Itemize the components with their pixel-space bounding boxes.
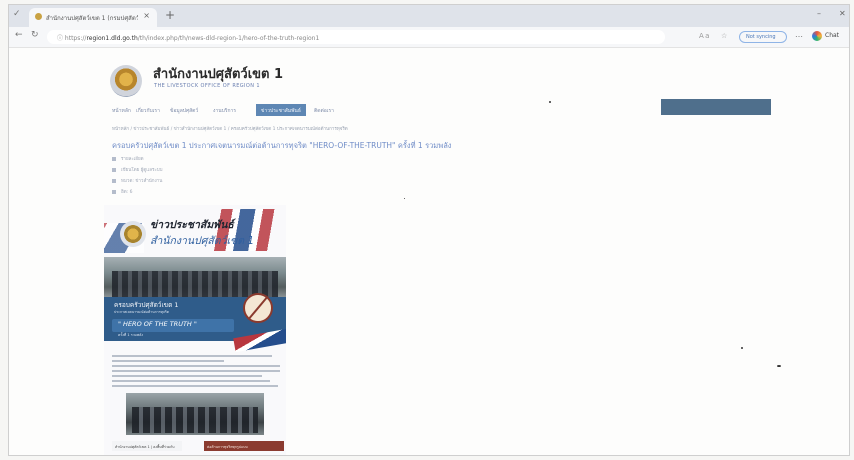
poster-subheading: สำนักงานปศุสัตว์เขต 1	[150, 235, 255, 247]
poster-footer-left: สำนักงานปศุสัตว์เขต 1 | ลงพื้นที่ร่วมกับ	[112, 441, 182, 451]
meta-hits: ฮิต: 6	[112, 188, 132, 195]
menu-item-services[interactable]: งานบริการ	[213, 107, 236, 115]
url-host: region1.dld.go.th	[86, 35, 138, 42]
poster-text-line	[112, 360, 224, 362]
poster-band-subtitle: ประกาศเจตนารมณ์ต่อต้านการทุจริต	[114, 310, 170, 314]
url-scheme: https://	[64, 35, 87, 42]
breadcrumb[interactable]: หน้าหลัก / ข่าวประชาสัมพันธ์ / ข่าวสำนัก…	[112, 125, 348, 132]
url-text: ⓘ https://region1.dld.go.th/th/index.php…	[57, 33, 319, 42]
user-icon	[112, 167, 116, 172]
department-seal-icon	[120, 221, 146, 247]
minimize-icon[interactable]: –	[817, 9, 821, 18]
new-tab-icon[interactable]: +	[165, 8, 175, 22]
browser-tab[interactable]: สำนักงานปศุสัตว์เขต 1 (กรมปศุสัตว์) ×	[29, 8, 157, 27]
meta-category[interactable]: หมวด: ข่าวสำนักงาน	[112, 177, 162, 184]
scan-speck	[549, 101, 551, 103]
hero-subtitle: ครั้งที่ 1 รวมพลัง	[118, 333, 144, 337]
folder-icon	[112, 178, 116, 183]
profile-button[interactable]: Not syncing	[739, 31, 787, 43]
scan-speck	[741, 347, 743, 349]
tab-bar: ✓ สำนักงานปศุสัตว์เขต 1 (กรมปศุสัตว์) × …	[9, 5, 849, 27]
chat-label[interactable]: Chat	[825, 32, 839, 39]
article-title[interactable]: ครอบครัวปศุสัตว์เขต 1 ประกาศเจตนารมณ์ต่อ…	[112, 140, 451, 152]
site-subtitle: THE LIVESTOCK OFFICE OF REGION 1	[154, 83, 260, 89]
tab-actions-icon[interactable]: ✓	[13, 9, 21, 19]
menu-item-news[interactable]: ข่าวประชาสัมพันธ์	[256, 104, 306, 116]
back-icon[interactable]: ←	[15, 30, 23, 40]
poster-text-line	[112, 375, 262, 377]
site-favicon-icon	[35, 13, 42, 20]
meta-details: รายละเอียด	[112, 155, 144, 162]
site-logo[interactable]	[110, 65, 142, 97]
menu-item-about[interactable]: เกี่ยวกับเรา	[136, 107, 160, 115]
site-info-icon[interactable]: ⓘ	[57, 35, 65, 42]
more-icon[interactable]: …	[795, 30, 803, 39]
scan-speck	[777, 365, 781, 367]
menu-item-info[interactable]: ข้อมูลปศุสัตว์	[170, 107, 198, 115]
eye-icon	[112, 189, 116, 194]
menu-item-contact[interactable]: ติดต่อเรา	[314, 107, 334, 115]
site-title[interactable]: สำนักงานปศุสัตว์เขต 1	[153, 63, 283, 84]
copilot-icon[interactable]	[812, 31, 822, 41]
close-icon[interactable]: ×	[143, 11, 150, 20]
no-corruption-icon	[243, 293, 273, 323]
poster-text-line	[112, 365, 280, 367]
menu-item-home[interactable]: หน้าหลัก	[112, 107, 131, 115]
group-photo-2-people	[132, 407, 258, 433]
url-path: /th/index.php/th/news-dld-region-1/hero-…	[137, 35, 320, 42]
info-icon	[112, 156, 116, 161]
favorite-icon[interactable]: ☆	[721, 32, 727, 40]
poster-text-line	[112, 370, 280, 372]
refresh-icon[interactable]: ↻	[31, 30, 39, 40]
address-bar-row: ← ↻ ⓘ https://region1.dld.go.th/th/index…	[9, 27, 849, 48]
read-aloud-icon[interactable]: A a	[699, 32, 709, 40]
hero-title: " HERO OF THE TRUTH "	[118, 320, 197, 328]
poster-heading: ข่าวประชาสัมพันธ์	[150, 219, 234, 231]
header-banner-block	[661, 99, 771, 115]
browser-window: ✓ สำนักงานปศุสัตว์เขต 1 (กรมปศุสัตว์) × …	[8, 4, 850, 456]
meta-author: เขียนโดย ผู้ดูแลระบบ	[112, 166, 163, 173]
poster-text-line	[112, 380, 270, 382]
window-close-icon[interactable]: ✕	[839, 9, 846, 18]
article-poster-image: ข่าวประชาสัมพันธ์ สำนักงานปศุสัตว์เขต 1 …	[104, 205, 286, 455]
scan-speck	[404, 198, 405, 199]
tab-title: สำนักงานปศุสัตว์เขต 1 (กรมปศุสัตว์)	[46, 15, 138, 22]
poster-footer-right: ต่อต้านการทุจริตทุกรูปแบบ	[204, 441, 284, 451]
address-bar[interactable]: ⓘ https://region1.dld.go.th/th/index.php…	[47, 30, 665, 44]
poster-text-line	[112, 385, 278, 387]
poster-text-line	[112, 355, 272, 357]
